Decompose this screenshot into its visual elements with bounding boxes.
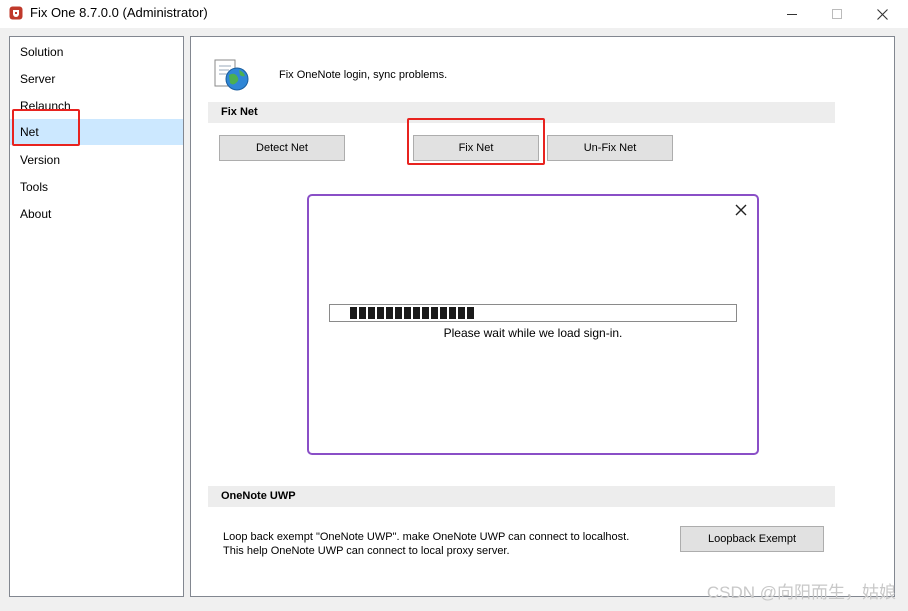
progress-block <box>377 307 384 319</box>
fix-net-section-header: Fix Net <box>208 102 835 123</box>
window-title: Fix One 8.7.0.0 (Administrator) <box>30 5 208 20</box>
progress-block <box>404 307 411 319</box>
progress-block <box>458 307 465 319</box>
network-document-icon <box>214 59 249 91</box>
close-icon <box>876 8 888 20</box>
minimize-icon <box>787 14 797 15</box>
loopback-exempt-button[interactable]: Loopback Exempt <box>680 526 824 552</box>
main-panel: Fix OneNote login, sync problems. Fix Ne… <box>190 36 895 597</box>
onenote-uwp-section-header: OneNote UWP <box>208 486 835 507</box>
app-icon <box>9 6 23 20</box>
loading-message: Please wait while we load sign-in. <box>443 326 623 340</box>
progress-block <box>386 307 393 319</box>
sidebar-item-server[interactable]: Server <box>10 66 183 92</box>
sidebar-item-about[interactable]: About <box>10 201 183 227</box>
progress-block <box>350 307 357 319</box>
sidebar-item-solution[interactable]: Solution <box>10 39 183 65</box>
sidebar-item-tools[interactable]: Tools <box>10 174 183 200</box>
uwp-description-line-2: This help OneNote UWP can connect to loc… <box>223 545 510 557</box>
loading-progress-bar <box>329 304 737 322</box>
uwp-description: Loop back exempt "OneNote UWP". make One… <box>223 530 629 558</box>
progress-block <box>413 307 420 319</box>
sign-in-dialog: Please wait while we load sign-in. <box>307 194 759 455</box>
maximize-icon <box>832 9 842 19</box>
progress-block <box>422 307 429 319</box>
sidebar-item-version[interactable]: Version <box>10 147 183 173</box>
progress-block <box>368 307 375 319</box>
sidebar-item-relaunch[interactable]: Relaunch <box>10 93 183 119</box>
progress-block <box>395 307 402 319</box>
progress-fill <box>350 307 474 319</box>
unfix-net-button[interactable]: Un-Fix Net <box>547 135 673 161</box>
progress-block <box>440 307 447 319</box>
close-window-button[interactable] <box>859 0 905 28</box>
progress-block <box>449 307 456 319</box>
progress-block <box>467 307 474 319</box>
progress-block <box>359 307 366 319</box>
fix-net-button[interactable]: Fix Net <box>413 135 539 161</box>
close-icon[interactable] <box>733 202 749 218</box>
sidebar-item-net[interactable]: Net <box>10 119 183 145</box>
watermark: CSDN @向阳而生，姑娘 <box>706 583 896 602</box>
detect-net-button[interactable]: Detect Net <box>219 135 345 161</box>
title-bar: Fix One 8.7.0.0 (Administrator) <box>0 0 908 28</box>
sidebar-nav: Solution Server Relaunch Net Version Too… <box>9 36 184 597</box>
minimize-button[interactable] <box>769 0 815 28</box>
page-description: Fix OneNote login, sync problems. <box>279 69 448 81</box>
maximize-button[interactable] <box>814 0 860 28</box>
uwp-description-line-1: Loop back exempt "OneNote UWP". make One… <box>223 531 630 543</box>
progress-block <box>431 307 438 319</box>
